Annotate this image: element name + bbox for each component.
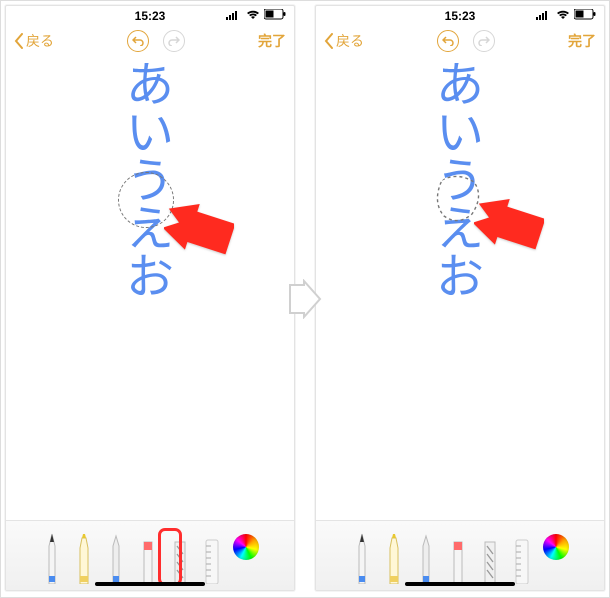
color-picker[interactable]	[233, 534, 259, 560]
status-bar: 15:23	[316, 6, 604, 26]
pencil-tool[interactable]	[105, 532, 127, 584]
phone-left: 15:23 戻る 完了	[5, 5, 295, 591]
char-i: い	[126, 110, 174, 158]
undo-button[interactable]	[127, 30, 149, 52]
pen-tool[interactable]	[41, 532, 63, 584]
signal-icon	[536, 10, 552, 20]
undo-button[interactable]	[437, 30, 459, 52]
char-i: い	[436, 110, 484, 158]
battery-icon	[264, 9, 286, 20]
done-button[interactable]: 完了	[258, 31, 286, 51]
back-button[interactable]: 戻る	[324, 31, 364, 51]
drawing-canvas[interactable]: あ い う え お	[6, 56, 294, 520]
done-button[interactable]: 完了	[568, 31, 596, 51]
color-picker[interactable]	[543, 534, 569, 560]
status-bar: 15:23	[6, 6, 294, 26]
home-indicator[interactable]	[95, 582, 205, 586]
back-label: 戻る	[336, 31, 364, 51]
done-label: 完了	[258, 33, 286, 49]
marker-tool[interactable]	[383, 532, 405, 584]
home-indicator[interactable]	[405, 582, 515, 586]
redo-icon	[168, 36, 180, 46]
char-a: あ	[126, 62, 174, 110]
redo-icon	[478, 36, 490, 46]
status-right-icons	[226, 9, 286, 20]
char-o: お	[126, 254, 174, 302]
annotation-tool-highlight	[158, 528, 182, 586]
eraser-tool[interactable]	[447, 532, 469, 584]
char-o: お	[436, 254, 484, 302]
marker-tool[interactable]	[73, 532, 95, 584]
ruler-tool[interactable]	[511, 532, 533, 584]
drawing-canvas[interactable]: あ い う え お	[316, 56, 604, 520]
undo-icon	[442, 36, 454, 46]
back-label: 戻る	[26, 31, 54, 51]
char-a: あ	[436, 62, 484, 110]
done-label: 完了	[568, 33, 596, 49]
nav-bar: 戻る 完了	[316, 26, 604, 56]
back-button[interactable]: 戻る	[14, 31, 54, 51]
status-time: 15:23	[135, 9, 166, 23]
status-time: 15:23	[445, 9, 476, 23]
markup-toolbar	[6, 520, 294, 590]
annotation-arrow-icon	[164, 201, 234, 257]
redo-button	[163, 30, 185, 52]
markup-toolbar	[316, 520, 604, 590]
battery-icon	[574, 9, 596, 20]
wifi-icon	[246, 10, 260, 20]
pen-tool[interactable]	[351, 532, 373, 584]
chevron-left-icon	[14, 33, 24, 49]
chevron-left-icon	[324, 33, 334, 49]
nav-bar: 戻る 完了	[6, 26, 294, 56]
status-right-icons	[536, 9, 596, 20]
eraser-tool[interactable]	[137, 532, 159, 584]
wifi-icon	[556, 10, 570, 20]
phone-right: 15:23 戻る 完了	[315, 5, 605, 591]
ruler-tool[interactable]	[201, 532, 223, 584]
lasso-tool[interactable]	[479, 532, 501, 584]
annotation-arrow-icon	[474, 196, 544, 252]
pencil-tool[interactable]	[415, 532, 437, 584]
signal-icon	[226, 10, 242, 20]
undo-icon	[132, 36, 144, 46]
transition-arrow-icon	[288, 279, 322, 319]
redo-button	[473, 30, 495, 52]
